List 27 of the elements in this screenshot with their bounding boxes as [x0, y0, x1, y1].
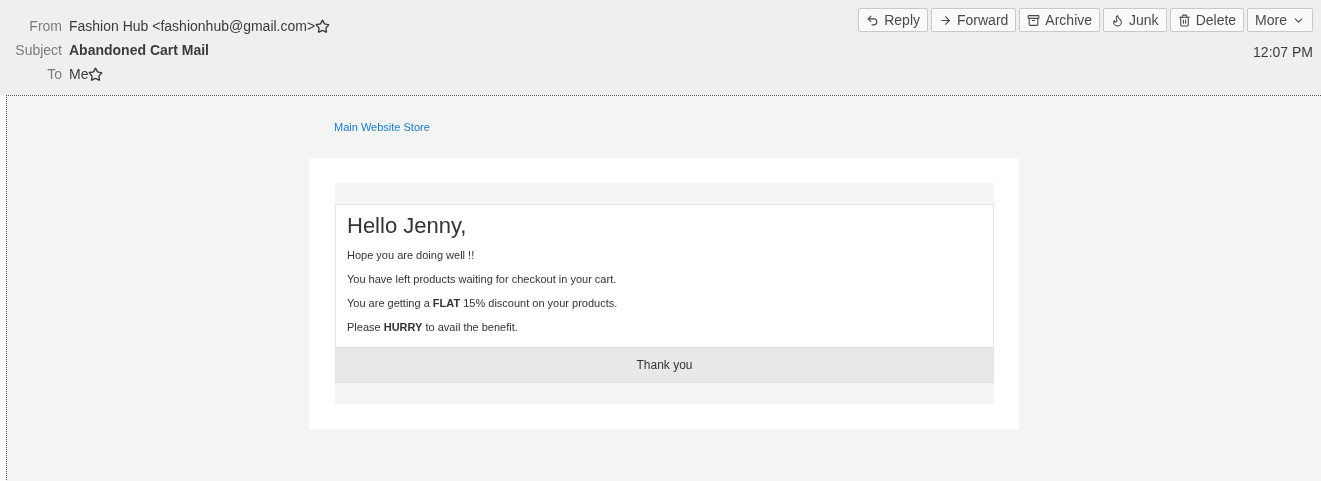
more-button[interactable]: More [1247, 8, 1313, 32]
field-value: Fashion Hub <fashionhub@gmail.com> [69, 18, 316, 34]
message-paragraph: Hope you are doing well !! [347, 249, 476, 261]
junk-button[interactable]: Junk [1103, 8, 1167, 32]
trash-icon [1177, 13, 1191, 27]
field-label: From [28, 18, 62, 34]
star-icon[interactable] [88, 66, 104, 82]
thank-you-footer: Thank you [336, 347, 993, 382]
store-link[interactable]: Main Website Store [334, 121, 430, 133]
archive-button[interactable]: Archive [1019, 8, 1101, 32]
message-paragraph: You have left products waiting for checkout in your cart. [347, 273, 618, 285]
delete-button[interactable]: Delete [1169, 8, 1245, 32]
right-arrow-icon [939, 13, 952, 27]
message-paragraph: You are getting a FLAT 15% discount on your products. [347, 297, 619, 309]
forward-button[interactable]: Forward [931, 8, 1017, 32]
message-time: 12:07 PM [1253, 44, 1313, 60]
field-label: Subject [14, 42, 62, 58]
field-value: Abandoned Cart Mail [69, 42, 209, 58]
field-label: To [46, 66, 62, 82]
archive-box-icon [1027, 13, 1041, 27]
greeting: Hello Jenny, [347, 213, 468, 239]
reply-button[interactable]: Reply [858, 8, 928, 32]
field-value: Me [69, 66, 89, 82]
star-icon[interactable] [315, 18, 331, 34]
message-paragraph: Please HURRY to avail the benefit. [347, 321, 519, 333]
flame-icon [1111, 13, 1125, 27]
reply-arrow-icon [866, 13, 880, 27]
